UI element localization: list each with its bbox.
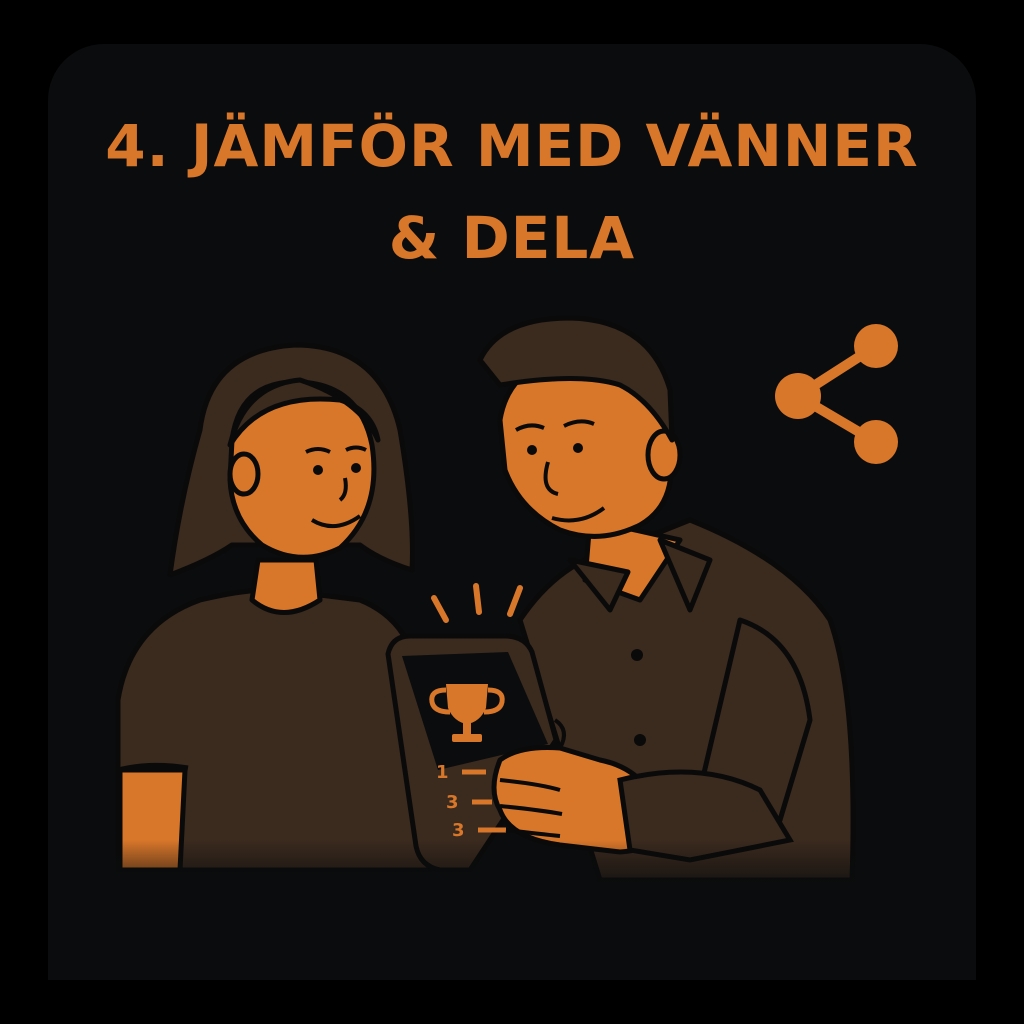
illustration-scene: 1 3 3 [48,315,976,980]
rank-1: 1 [436,762,449,783]
card-bottom [48,900,976,980]
bottom-fade [48,840,976,900]
woman-figure [115,342,433,873]
rank-2: 3 [446,792,459,813]
share-icon[interactable] [775,324,898,464]
rank-3: 3 [452,820,465,841]
